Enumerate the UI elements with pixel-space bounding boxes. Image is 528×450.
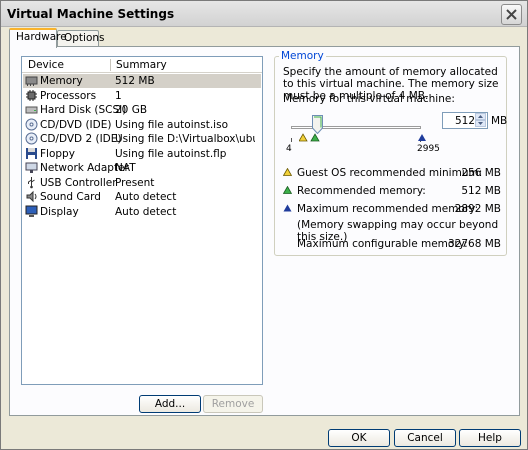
device-summary: Present [115, 176, 155, 189]
processor-icon [25, 89, 38, 102]
vm-settings-window: Virtual Machine Settings Hardware Option… [0, 0, 528, 450]
device-summary: Auto detect [115, 205, 177, 218]
window-title: Virtual Machine Settings [7, 7, 175, 21]
recommended-label: Recommended memory: [297, 185, 426, 197]
yellow-triangle-icon [283, 168, 292, 176]
cd-dvd-icon [25, 132, 38, 145]
device-summary: Using file autoinst.iso [115, 118, 228, 131]
slider-tick-min [291, 138, 292, 142]
max-recommended-value: 2892 MB [454, 203, 501, 215]
memory-spinbox[interactable] [442, 112, 488, 129]
device-summary: NAT [115, 162, 136, 174]
device-name: CD/DVD (IDE) [40, 118, 112, 131]
slider-max-label: 2995 [417, 144, 440, 154]
close-icon [506, 9, 517, 20]
network-adapter-icon [25, 161, 38, 174]
memory-slider-track[interactable] [291, 126, 421, 129]
device-summary: Using file D:\Virtualbox\ubun... [115, 133, 255, 145]
tab-hardware[interactable]: Hardware [9, 28, 67, 48]
memory-unit-label: MB [491, 115, 508, 127]
blue-triangle-icon [283, 204, 292, 212]
recommended-value: 512 MB [461, 185, 501, 197]
recommended-marker-icon [310, 133, 320, 142]
device-row[interactable]: CD/DVD 2 (IDE) Using file D:\Virtualbox\u… [23, 132, 261, 146]
device-row[interactable]: USB Controller Present [23, 176, 261, 190]
help-button[interactable]: Help [459, 429, 521, 447]
arrow-down-icon [478, 122, 483, 125]
list-header: Device Summary [22, 57, 262, 73]
slider-min-label: 4 [286, 144, 292, 154]
tab-hardware-label: Hardware [16, 31, 67, 43]
sound-card-icon [25, 190, 38, 203]
device-name: Sound Card [40, 191, 101, 203]
ok-button[interactable]: OK [328, 429, 390, 447]
green-triangle-icon [283, 186, 292, 194]
memory-group-title: Memory [279, 50, 326, 62]
device-summary: Using file autoinst.flp [115, 147, 227, 160]
device-name: USB Controller [40, 176, 117, 189]
guest-min-marker-icon [299, 133, 308, 142]
tab-options-label: Options [64, 32, 105, 44]
guest-min-label: Guest OS recommended minimum: [297, 167, 483, 179]
device-row[interactable]: Floppy Using file autoinst.flp [23, 147, 261, 161]
device-row[interactable]: Sound Card Auto detect [23, 190, 261, 204]
memory-icon [25, 74, 38, 87]
column-header-device[interactable]: Device [28, 59, 64, 71]
display-icon [25, 205, 38, 218]
device-list[interactable]: Device Summary Memory 512 MB Processors 1 Ha… [21, 56, 263, 385]
cd-dvd-icon [25, 118, 38, 131]
close-button[interactable] [501, 4, 522, 25]
device-name: Display [40, 205, 79, 218]
usb-icon [25, 176, 38, 189]
device-row[interactable]: CD/DVD (IDE) Using file autoinst.iso [23, 118, 261, 132]
device-summary: 1 [115, 89, 122, 102]
memory-value-input[interactable] [444, 114, 475, 127]
device-name: Hard Disk (SCSI) [40, 104, 127, 116]
column-divider[interactable] [110, 59, 111, 71]
floppy-icon [25, 147, 38, 160]
device-row[interactable]: Hard Disk (SCSI) 20 GB [23, 103, 261, 117]
spin-down-button[interactable] [475, 120, 486, 127]
column-header-summary[interactable]: Summary [116, 59, 167, 71]
guest-min-value: 256 MB [461, 167, 501, 179]
max-recommended-marker-icon [418, 134, 426, 141]
device-row[interactable]: Display Auto detect [23, 205, 261, 219]
remove-button[interactable]: Remove [203, 395, 263, 413]
device-summary: Auto detect [115, 191, 177, 203]
title-bar[interactable]: Virtual Machine Settings [1, 1, 527, 27]
spin-up-button[interactable] [475, 113, 486, 120]
hard-disk-icon [25, 103, 38, 116]
device-row[interactable]: Processors 1 [23, 89, 261, 103]
device-name: Processors [40, 89, 97, 102]
hardware-panel: Device Summary Memory 512 MB Processors 1 Ha… [9, 46, 520, 416]
device-name: Memory [40, 75, 83, 87]
max-recommended-label: Maximum recommended memory: [297, 203, 479, 215]
arrow-up-icon [478, 115, 483, 118]
device-name: CD/DVD 2 (IDE) [40, 133, 122, 145]
device-name: Floppy [40, 147, 75, 160]
add-button[interactable]: Add... [139, 395, 201, 413]
device-row[interactable]: Network Adapter NAT [23, 161, 261, 175]
device-summary: 20 GB [115, 104, 148, 116]
cancel-button[interactable]: Cancel [394, 429, 456, 447]
memory-group: Memory Specify the amount of memory allo… [274, 50, 508, 256]
max-configurable-value: 32768 MB [447, 238, 501, 250]
slider-markers [299, 133, 320, 142]
memory-slider-thumb[interactable] [312, 115, 323, 134]
memory-field-label: Memory for this virtual machine: [283, 93, 455, 105]
device-summary: 512 MB [115, 75, 155, 87]
max-configurable-label: Maximum configurable memory: [297, 238, 468, 250]
device-row[interactable]: Memory 512 MB [23, 74, 261, 88]
